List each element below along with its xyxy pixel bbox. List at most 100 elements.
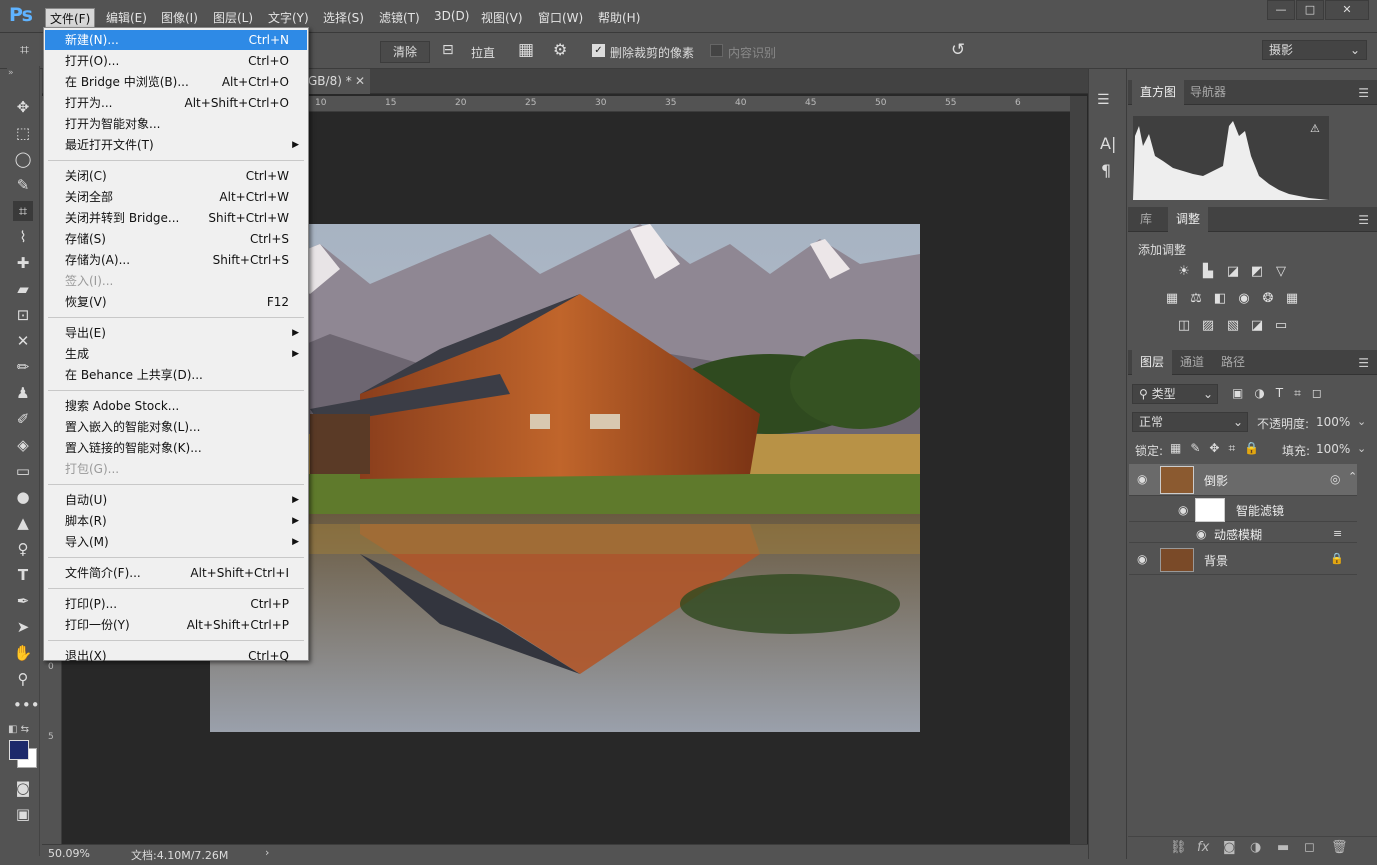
opacity-dropdown-icon[interactable]: ⌄ [1357,415,1366,428]
tab-channels[interactable]: 通道 [1172,350,1212,375]
fill-value[interactable]: 100% [1316,442,1350,456]
photo-filter-icon[interactable]: ◉ [1236,292,1252,306]
brightness-icon[interactable]: ☀ [1176,265,1192,279]
eraser-tool-icon[interactable]: ◈ [13,435,33,455]
menu-view[interactable]: 视图(V) [477,8,527,27]
tab-close-icon[interactable]: ✕ [355,69,365,93]
reset-icon[interactable]: ↺ [951,40,965,60]
file-menu-item[interactable]: 生成 ▶ [45,344,307,364]
fx-icon[interactable]: fx [1197,840,1209,855]
vibrance-icon[interactable]: ▽ [1273,265,1289,279]
quick-select-tool-icon[interactable]: ✎ [13,175,33,195]
file-menu-item[interactable]: 导出(E) ▶ [45,323,307,343]
properties-icon[interactable]: ☰ [1097,92,1110,108]
paragraph-panel-icon[interactable]: ¶ [1101,161,1111,180]
threshold-icon[interactable]: ▧ [1225,319,1241,333]
straighten-button[interactable]: 拉直 [471,44,495,61]
layer-name-reflection[interactable]: 倒影 [1204,472,1228,489]
gear-icon[interactable]: ⚙ [553,40,567,59]
file-menu-item[interactable]: 打印一份(Y) Alt+Shift+Ctrl+P [45,615,307,635]
color-balance-icon[interactable]: ⚖ [1188,292,1204,306]
link-layers-icon[interactable]: ⛓ [1170,840,1187,855]
eye-icon[interactable]: ◉ [1137,552,1147,566]
color-lookup-icon[interactable]: ▦ [1284,292,1300,306]
layer-name-motion-blur[interactable]: 动感模糊 [1214,526,1262,543]
tab-libraries[interactable]: 库 [1132,207,1160,232]
clear-button[interactable]: 清除 [380,41,430,63]
history-brush-tool-icon[interactable]: ✐ [13,409,33,429]
hue-saturation-icon[interactable]: ▦ [1164,292,1180,306]
lasso-tool-icon[interactable]: ◯ [13,149,33,169]
eyedropper-tool-icon[interactable]: ⌇ [13,227,33,247]
eye-icon[interactable]: ◉ [1178,503,1188,517]
file-menu-item[interactable]: 导入(M) ▶ [45,532,307,552]
quick-mask-icon[interactable]: ◙ [13,778,33,798]
menu-select[interactable]: 选择(S) [319,8,368,27]
zoom-tool-icon[interactable]: ⚲ [13,669,33,689]
tab-navigator[interactable]: 导航器 [1182,80,1234,105]
grid-overlay-icon[interactable]: ▦ [518,40,534,60]
layer-filter-select[interactable]: ⚲ 类型 ⌄ [1132,384,1218,404]
content-move-tool-icon[interactable]: ✕ [13,331,33,351]
sharpen-tool-icon[interactable]: ▲ [13,513,33,533]
tab-paths[interactable]: 路径 [1213,350,1253,375]
path-select-tool-icon[interactable]: ➤ [13,617,33,637]
eye-icon[interactable]: ◉ [1196,527,1206,541]
collapse-tools-icon[interactable]: » [8,68,14,78]
content-aware-checkbox[interactable] [710,44,723,57]
gradient-map-icon[interactable]: ▭ [1273,319,1289,333]
file-menu-item[interactable]: 打开为智能对象... [45,114,307,134]
menu-file[interactable]: 文件(F) [45,8,96,29]
file-menu-item[interactable]: 在 Behance 上共享(D)... [45,365,307,385]
file-menu-item[interactable]: 存储为(A)... Shift+Ctrl+S [45,250,307,270]
marquee-tool-icon[interactable]: ⬚ [13,123,33,143]
dodge-tool-icon[interactable]: ♀ [13,539,33,559]
fill-dropdown-icon[interactable]: ⌄ [1357,442,1366,455]
blend-mode-select[interactable]: 正常 ⌄ [1132,412,1248,432]
posterize-icon[interactable]: ▨ [1200,319,1216,333]
file-menu-item[interactable]: 在 Bridge 中浏览(B)... Alt+Ctrl+O [45,72,307,92]
move-tool-icon[interactable]: ✥ [13,97,33,117]
file-menu-item[interactable]: 关闭并转到 Bridge... Shift+Ctrl+W [45,208,307,228]
file-menu-item[interactable]: 打开为... Alt+Shift+Ctrl+O [45,93,307,113]
histogram-panel-menu-icon[interactable]: ☰ [1358,86,1369,100]
maximize-button[interactable]: □ [1296,0,1324,20]
selective-color-icon[interactable]: ◪ [1249,319,1265,333]
file-menu-item[interactable]: 存储(S) Ctrl+S [45,229,307,249]
tab-layers[interactable]: 图层 [1132,350,1173,375]
trash-icon[interactable]: 🗑 [1331,840,1348,855]
new-layer-icon[interactable]: ◻ [1304,840,1315,855]
menu-image[interactable]: 图像(I) [157,8,202,27]
curves-icon[interactable]: ◪ [1225,265,1241,279]
eye-icon[interactable]: ◉ [1137,472,1147,486]
file-menu-item[interactable]: 置入嵌入的智能对象(L)... [45,417,307,437]
tab-histogram[interactable]: 直方图 [1132,80,1185,105]
file-menu-item[interactable]: 打开(O)... Ctrl+O [45,51,307,71]
collapse-effects-icon[interactable]: ⌃ [1348,470,1357,483]
crop-tool-icon[interactable]: ⌗ [20,40,29,60]
hand-tool-icon[interactable]: ✋ [13,643,33,663]
file-menu-item[interactable]: 自动(U) ▶ [45,490,307,510]
menu-filter[interactable]: 滤镜(T) [375,8,424,27]
adjustments-panel-menu-icon[interactable]: ☰ [1358,213,1369,227]
black-white-icon[interactable]: ◧ [1212,292,1228,306]
file-menu-item[interactable]: 置入链接的智能对象(K)... [45,438,307,458]
pen-tool-icon[interactable]: ✒ [13,591,33,611]
document-tab[interactable]: GB/8) * ✕ [300,69,370,94]
layers-panel-menu-icon[interactable]: ☰ [1358,356,1369,370]
minimize-button[interactable]: — [1267,0,1295,20]
delete-cropped-checkbox[interactable]: ✓ [592,44,605,57]
warning-icon[interactable]: ⚠ [1310,122,1320,135]
file-menu-item[interactable]: 新建(N)... Ctrl+N [45,30,307,50]
level-icon[interactable]: ⊟ [442,42,454,58]
file-menu-item[interactable]: 最近打开文件(T) ▶ [45,135,307,155]
exposure-icon[interactable]: ◩ [1249,265,1265,279]
invert-icon[interactable]: ◫ [1176,319,1192,333]
opacity-value[interactable]: 100% [1316,415,1350,429]
file-menu-item[interactable]: 关闭全部 Alt+Ctrl+W [45,187,307,207]
more-tools-icon[interactable]: ••• [13,695,40,715]
file-menu-item[interactable]: 文件简介(F)... Alt+Shift+Ctrl+I [45,563,307,583]
zoom-level[interactable]: 50.09% [48,847,90,860]
close-window-button[interactable]: ✕ [1325,0,1369,20]
file-menu-item[interactable]: 打印(P)... Ctrl+P [45,594,307,614]
